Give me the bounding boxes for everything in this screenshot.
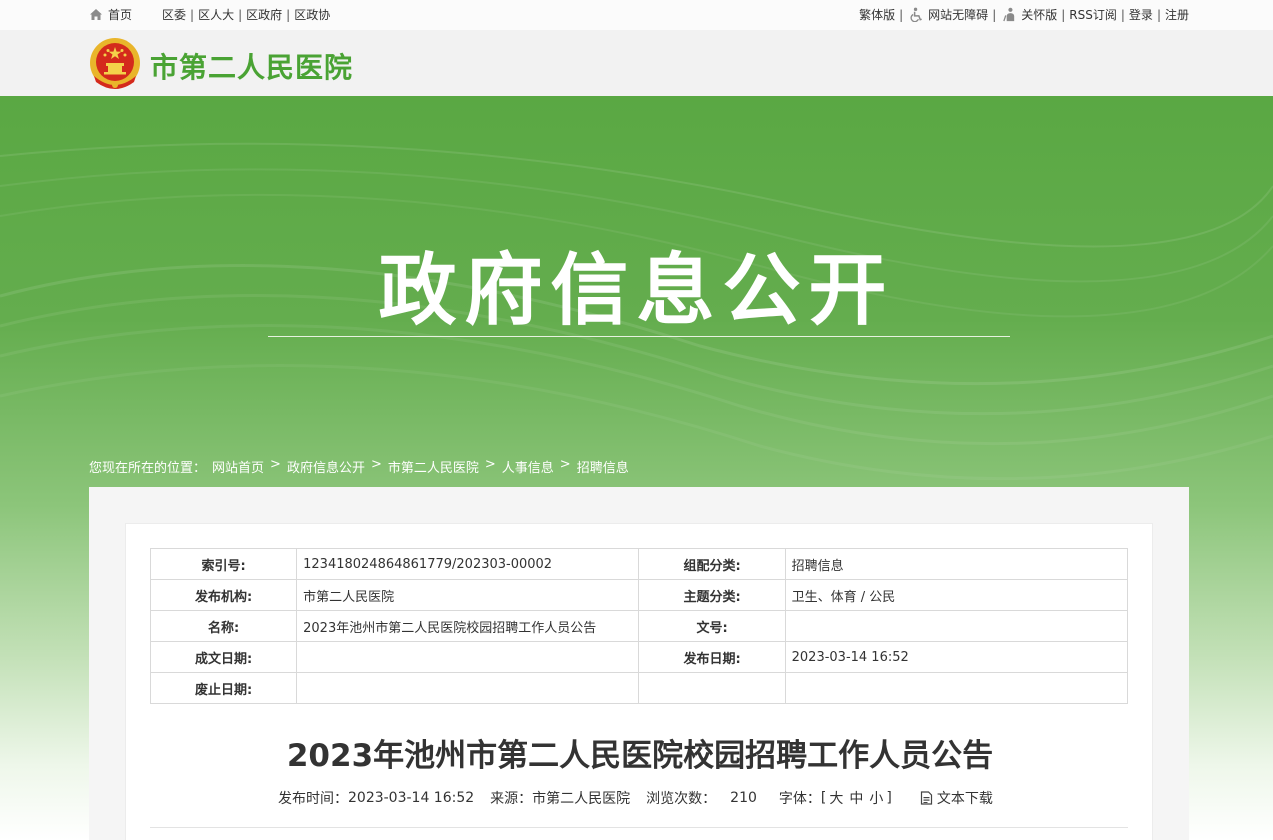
meta-key: 组配分类: xyxy=(638,548,786,580)
font-size-label: 字体： xyxy=(778,791,821,807)
separator: | xyxy=(992,7,997,22)
font-small-button[interactable]: 小 xyxy=(869,788,883,808)
banner-title: 政府信息公开 xyxy=(378,246,895,336)
source-label: 来源： xyxy=(490,791,533,807)
publish-time-value: 2023-03-14 16:52 xyxy=(348,790,475,806)
meta-key: 废止日期: xyxy=(149,672,298,704)
bracket-open: [ xyxy=(820,790,827,806)
meta-value: 卫生、体育 / 公民 xyxy=(784,579,1129,611)
breadcrumb-prefix: 您现在所在的位置： xyxy=(89,461,207,476)
article-title: 2023年池州市第二人民医院校园招聘工作人员公告 xyxy=(286,738,994,774)
register-link[interactable]: 注册 xyxy=(1165,6,1189,23)
home-link[interactable]: 首页 xyxy=(108,6,132,23)
article-info-bar: 发布时间： 2023-03-14 16:52 来源： 市第二人民医院 浏览次数：… xyxy=(278,788,1009,808)
meta-key: 名称: xyxy=(149,610,298,642)
source-value: 市第二人民医院 xyxy=(532,791,631,807)
breadcrumb-item-recruitment[interactable]: 招聘信息 xyxy=(577,457,629,476)
rss-link[interactable]: RSS订阅 xyxy=(1069,6,1117,23)
traditional-chinese-link[interactable]: 繁体版 xyxy=(859,6,895,23)
text-download-label: 文本下载 xyxy=(936,791,993,807)
site-header: 市第二人民医院 xyxy=(0,30,1273,96)
elderly-care-icon xyxy=(1003,7,1015,22)
separator: | xyxy=(1120,7,1125,22)
bracket-close: ] xyxy=(886,790,892,806)
banner-divider xyxy=(268,336,1010,337)
meta-value xyxy=(784,610,1129,642)
district-cppcc-link[interactable]: 区政协 xyxy=(294,6,330,23)
publish-time: 发布时间： 2023-03-14 16:52 xyxy=(278,788,474,808)
separator: | xyxy=(1156,7,1161,22)
content-divider xyxy=(150,827,1128,828)
meta-value: 市第二人民医院 xyxy=(296,579,640,611)
metadata-table: 索引号: 123418024864861779/202303-00002 组配分… xyxy=(149,548,1129,704)
content-panel: 索引号: 123418024864861779/202303-00002 组配分… xyxy=(89,487,1189,840)
breadcrumb-separator: > xyxy=(484,457,496,472)
separator: | xyxy=(1061,7,1066,22)
meta-key: 文号: xyxy=(638,610,786,642)
breadcrumb-item-personnel[interactable]: 人事信息 xyxy=(502,457,554,476)
meta-value: 123418024864861779/202303-00002 xyxy=(296,548,640,580)
table-row: 名称: 2023年池州市第二人民医院校园招聘工作人员公告 文号: xyxy=(149,610,1129,642)
top-utility-bar: 首页 区委 | 区人大 | 区政府 | 区政协 繁体版 | 网站无障碍 | 关怀… xyxy=(0,0,1273,30)
separator: | xyxy=(286,7,291,22)
view-count: 浏览次数： 210 xyxy=(646,788,757,808)
meta-key: 主题分类: xyxy=(638,579,786,611)
meta-key xyxy=(638,672,786,704)
text-download-button[interactable]: 文本下载 xyxy=(920,788,993,808)
source: 来源： 市第二人民医院 xyxy=(490,788,630,808)
breadcrumb-item-home[interactable]: 网站首页 xyxy=(212,457,264,476)
meta-key: 索引号: xyxy=(149,548,298,580)
meta-value: 招聘信息 xyxy=(784,548,1129,580)
breadcrumb-item-gov-info[interactable]: 政府信息公开 xyxy=(287,457,365,476)
meta-value: 2023年池州市第二人民医院校园招聘工作人员公告 xyxy=(296,610,640,642)
document-download-icon xyxy=(920,791,932,805)
meta-key: 发布日期: xyxy=(638,641,786,673)
breadcrumb-separator: > xyxy=(270,457,281,472)
district-government-link[interactable]: 区政府 xyxy=(246,6,282,23)
view-count-label: 浏览次数： xyxy=(646,791,717,807)
login-link[interactable]: 登录 xyxy=(1129,6,1153,23)
wheelchair-icon xyxy=(910,7,923,22)
breadcrumb-item-hospital[interactable]: 市第二人民医院 xyxy=(388,457,479,476)
breadcrumb: 您现在所在的位置： 网站首页 > 政府信息公开 > 市第二人民医院 > 人事信息… xyxy=(89,457,629,476)
meta-key: 成文日期: xyxy=(149,641,298,673)
breadcrumb-separator: > xyxy=(370,457,382,472)
site-name[interactable]: 市第二人民医院 xyxy=(150,46,353,86)
table-row: 废止日期: xyxy=(149,672,1129,704)
font-medium-button[interactable]: 中 xyxy=(849,788,863,808)
top-right-links: 繁体版 | 网站无障碍 | 关怀版 | RSS订阅 | 登录 | 注册 xyxy=(859,6,1189,23)
separator: | xyxy=(190,7,195,22)
accessibility-link[interactable]: 网站无障碍 xyxy=(928,6,988,23)
meta-key: 发布机构: xyxy=(149,579,298,611)
publish-time-label: 发布时间： xyxy=(278,791,348,807)
table-row: 发布机构: 市第二人民医院 主题分类: 卫生、体育 / 公民 xyxy=(149,579,1129,611)
home-icon xyxy=(90,9,102,20)
breadcrumb-separator: > xyxy=(559,457,571,472)
district-committee-link[interactable]: 区委 xyxy=(162,6,186,23)
top-left-links: 首页 区委 | 区人大 | 区政府 | 区政协 xyxy=(89,6,330,23)
care-version-link[interactable]: 关怀版 xyxy=(1021,6,1057,23)
separator: | xyxy=(238,7,243,22)
meta-value xyxy=(296,672,640,704)
view-count-value: 210 xyxy=(730,790,757,806)
font-size-control: 字体： [ 大 中 小 ] xyxy=(779,788,892,808)
meta-value xyxy=(296,641,640,673)
table-row: 索引号: 123418024864861779/202303-00002 组配分… xyxy=(149,548,1129,580)
separator: | xyxy=(899,7,904,22)
font-large-button[interactable]: 大 xyxy=(829,788,843,808)
meta-value xyxy=(784,672,1129,704)
table-row: 成文日期: 发布日期: 2023-03-14 16:52 xyxy=(149,641,1129,673)
article-card: 索引号: 123418024864861779/202303-00002 组配分… xyxy=(125,523,1153,840)
meta-value: 2023-03-14 16:52 xyxy=(784,641,1129,673)
district-congress-link[interactable]: 区人大 xyxy=(198,6,234,23)
national-emblem-icon[interactable] xyxy=(88,36,142,92)
